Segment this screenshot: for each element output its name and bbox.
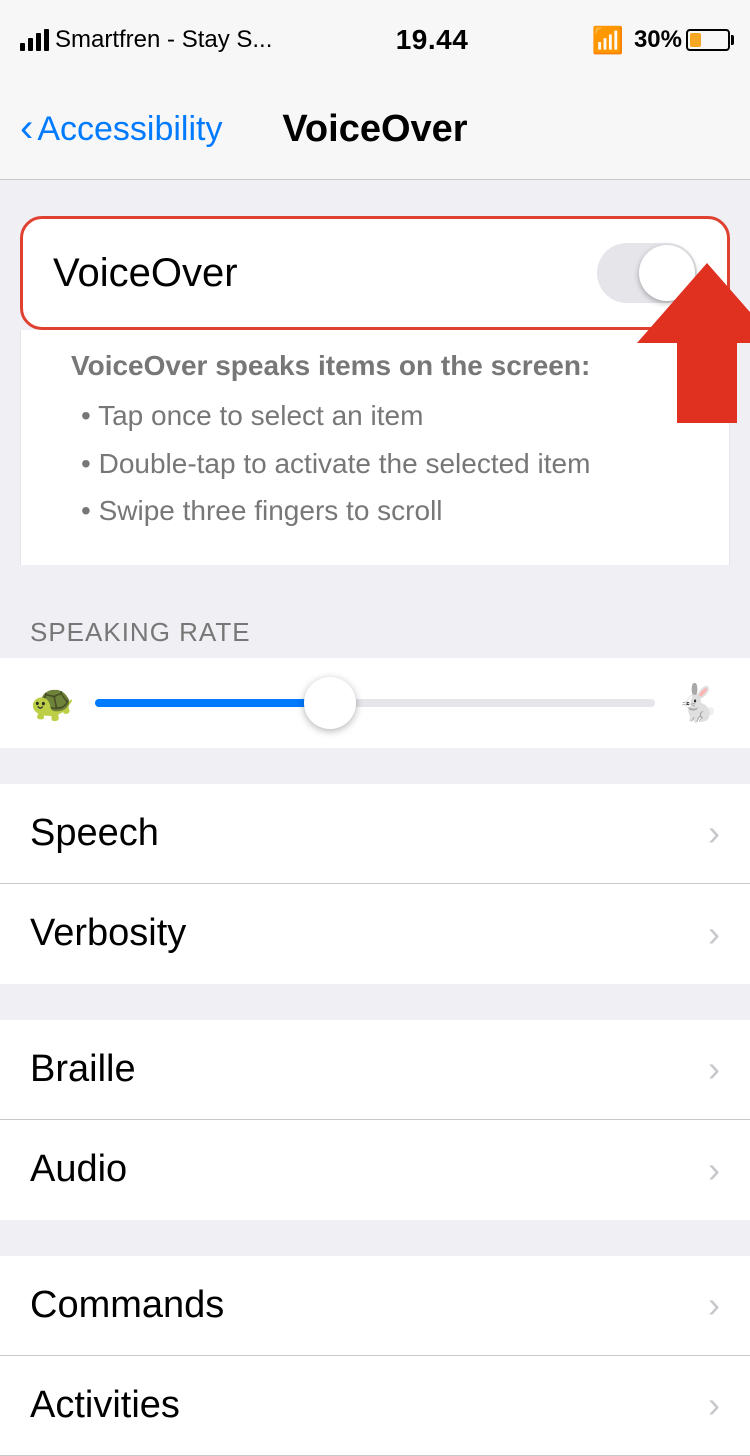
fast-icon: 🐇 (675, 682, 720, 724)
braille-row[interactable]: Braille › (0, 1020, 750, 1120)
section-gap-3 (0, 748, 750, 784)
audio-label: Audio (30, 1148, 127, 1191)
battery-percent: 30% (634, 26, 682, 54)
status-right: 📶 30% (592, 25, 730, 56)
activities-row[interactable]: Activities › (0, 1356, 750, 1456)
voiceover-label: VoiceOver (53, 251, 238, 296)
back-button[interactable]: ‹ Accessibility (20, 110, 223, 149)
list-section-2: Braille › Audio › (0, 1020, 750, 1220)
bullet-icon-2: • (81, 448, 91, 479)
voiceover-desc-item-2: • Double-tap to activate the selected it… (71, 440, 679, 488)
voiceover-toggle[interactable] (597, 243, 697, 303)
verbosity-chevron-icon: › (708, 913, 720, 955)
speaking-rate-header: SPEAKING RATE (0, 601, 750, 658)
voiceover-desc-text-2: Double-tap to activate the selected item (99, 448, 591, 479)
status-bar: Smartfren - Stay S... 19.44 📶 30% (0, 0, 750, 80)
list-section-3: Commands › Activities › (0, 1256, 750, 1456)
commands-row[interactable]: Commands › (0, 1256, 750, 1356)
speaking-rate-slider-row[interactable]: 🐢 🐇 (0, 658, 750, 748)
speech-chevron-icon: › (708, 812, 720, 854)
voiceover-desc-text-3: Swipe three fingers to scroll (99, 495, 443, 526)
voiceover-desc-item-3: • Swipe three fingers to scroll (71, 487, 679, 535)
braille-label: Braille (30, 1048, 136, 1091)
bullet-icon-1: • (81, 400, 91, 431)
audio-row[interactable]: Audio › (0, 1120, 750, 1220)
voiceover-description: VoiceOver speaks items on the screen: • … (41, 330, 709, 565)
activities-chevron-icon: › (708, 1384, 720, 1426)
voiceover-desc-text-1: Tap once to select an item (98, 400, 423, 431)
section-gap-4 (0, 984, 750, 1020)
slow-icon: 🐢 (30, 682, 75, 724)
voiceover-desc-title: VoiceOver speaks items on the screen: (71, 350, 679, 382)
status-time: 19.44 (396, 24, 469, 56)
section-gap-top (0, 180, 750, 216)
battery-fill (690, 33, 701, 47)
speaking-rate-fill (95, 699, 330, 707)
signal-icon (20, 29, 49, 51)
verbosity-label: Verbosity (30, 912, 186, 955)
section-gap-5 (0, 1220, 750, 1256)
speaking-rate-thumb[interactable] (304, 677, 356, 729)
battery-indicator: 30% (634, 26, 730, 54)
audio-chevron-icon: › (708, 1149, 720, 1191)
speech-row[interactable]: Speech › (0, 784, 750, 884)
nav-bar: ‹ Accessibility VoiceOver (0, 80, 750, 180)
commands-label: Commands (30, 1284, 224, 1327)
back-chevron-icon: ‹ (20, 108, 33, 148)
status-left: Smartfren - Stay S... (20, 26, 272, 54)
list-section-1: Speech › Verbosity › (0, 784, 750, 984)
braille-chevron-icon: › (708, 1048, 720, 1090)
wifi-icon: 📶 (592, 25, 624, 56)
back-label: Accessibility (37, 110, 222, 149)
bullet-icon-3: • (81, 495, 91, 526)
speech-label: Speech (30, 812, 159, 855)
commands-chevron-icon: › (708, 1284, 720, 1326)
section-gap-2 (0, 565, 750, 601)
verbosity-row[interactable]: Verbosity › (0, 884, 750, 984)
activities-label: Activities (30, 1384, 180, 1427)
speaking-rate-track[interactable] (95, 699, 655, 707)
battery-icon (686, 29, 730, 51)
voiceover-toggle-row[interactable]: VoiceOver (20, 216, 730, 330)
page-title: VoiceOver (282, 108, 467, 151)
voiceover-desc-item-1: • Tap once to select an item (71, 392, 679, 440)
toggle-thumb (639, 245, 695, 301)
carrier-text: Smartfren - Stay S... (55, 26, 272, 54)
toggle-wrapper (597, 243, 697, 303)
